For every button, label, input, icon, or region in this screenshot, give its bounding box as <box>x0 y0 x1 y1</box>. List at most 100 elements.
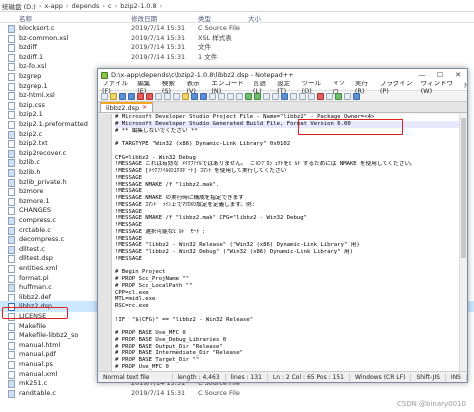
save-icon[interactable] <box>119 92 126 100</box>
chevron-right-icon: › <box>114 1 118 10</box>
code-line[interactable]: !MESSAGE "libbz2 - Win32 Debug" ("Win32 … <box>115 249 467 256</box>
breadcrumb-xapp[interactable]: x-app <box>44 2 62 10</box>
code-line[interactable]: !MESSAGE <box>115 256 467 263</box>
close-all-icon[interactable] <box>146 92 153 100</box>
record-macro-icon[interactable] <box>317 92 324 100</box>
function-list-icon[interactable] <box>299 92 306 100</box>
status-encoding: Shift-JIS <box>411 373 446 381</box>
code-line[interactable]: RSC=rc.exe <box>115 303 467 310</box>
breadcrumb-c[interactable]: c <box>108 2 112 10</box>
save-all-icon[interactable] <box>128 92 135 100</box>
column-size[interactable]: 大小 <box>248 13 261 23</box>
code-line[interactable]: !MESSAGE "libbz2 - Win32 Release" ("Win3… <box>115 242 467 249</box>
title-bar[interactable]: D:\x-app\depends\c\bzip2-1.0.8\libbz2.ds… <box>98 69 467 81</box>
format-version-highlight-box <box>298 119 403 135</box>
cut-icon[interactable] <box>164 92 171 100</box>
zoom-in-icon[interactable] <box>227 92 234 100</box>
column-date[interactable]: 修改日期 <box>131 13 157 23</box>
replace-icon[interactable] <box>218 92 225 100</box>
scrollbar-thumb[interactable] <box>461 118 466 258</box>
vertical-scrollbar[interactable] <box>459 114 467 372</box>
tab-libbz2-dsp[interactable]: libbz2.dsp ✕ <box>100 102 154 112</box>
code-line[interactable]: !MESSAGE NMAKE /f "libbz2.mak" CFG="libb… <box>115 215 467 222</box>
code-line[interactable]: # TARGTYPE "Win32 (x86) Dynamic-Link Lib… <box>115 141 467 148</box>
code-line[interactable]: !MESSAGE [ﾒｲｸﾌｧｲﾙのｴｸｽﾎﾟｰﾄ] ｺﾏﾝﾄﾞを使用して実行し… <box>115 168 467 175</box>
code-line[interactable]: !MESSAGE <box>115 222 467 229</box>
code-line[interactable] <box>115 134 467 141</box>
menu-item[interactable]: ? <box>464 82 467 90</box>
window-title: D:\x-app\depends\c\bzip2-1.0.8\libbz2.ds… <box>111 71 294 79</box>
code-line[interactable]: MTL=midl.exe <box>115 296 467 303</box>
code-line[interactable]: # PROP Scc_LocalPath "" <box>115 283 467 290</box>
code-line[interactable]: # Microsoft Developer Studio Generated B… <box>115 120 467 128</box>
language-icon[interactable] <box>281 92 288 100</box>
copy-icon[interactable] <box>173 92 180 100</box>
code-line[interactable]: # ** 編集しないでください ** <box>115 128 467 135</box>
watermark: CSDN @binary0010 <box>396 400 466 408</box>
zoom-out-icon[interactable] <box>236 92 243 100</box>
code-line[interactable]: # PROP Scc_ProjName "" <box>115 276 467 283</box>
folder-workspace-icon[interactable] <box>308 92 315 100</box>
status-length: length : 4,463 <box>173 373 226 381</box>
code-line[interactable]: !MESSAGE <box>115 209 467 216</box>
breadcrumb-depends[interactable]: depends <box>72 2 100 10</box>
line-number-gutter <box>98 114 112 372</box>
find-icon[interactable] <box>209 92 216 100</box>
code-line[interactable] <box>115 263 467 270</box>
file-row[interactable]: randtable.c 2019/7/14 15:31 C Source File <box>0 388 474 399</box>
paste-icon[interactable] <box>182 92 189 100</box>
code-line[interactable]: !MESSAGE ｺﾏﾝﾄﾞ ﾗｲﾝ上でﾏｸﾛの設定を定義します。例: <box>115 202 467 209</box>
save-macro-icon[interactable] <box>353 92 360 100</box>
code-line[interactable]: CFG=libbz2 - Win32 Debug <box>115 155 467 162</box>
code-line[interactable]: # PROP Use_MFC 0 <box>115 364 467 371</box>
open-file-icon[interactable] <box>110 92 117 100</box>
code-line[interactable]: !MESSAGE <box>115 236 467 243</box>
print-icon[interactable] <box>155 92 162 100</box>
run-macro-multiple-icon[interactable] <box>344 92 351 100</box>
code-line[interactable]: !IF "$(CFG)" == "libbz2 - Win32 Release" <box>115 317 467 324</box>
editor-area[interactable]: # Microsoft Developer Studio Project Fil… <box>98 114 467 372</box>
code-line[interactable]: !MESSAGE <box>115 188 467 195</box>
code-line[interactable]: !MESSAGE NMAKE の実行時に構成を指定できます <box>115 195 467 202</box>
redo-icon[interactable] <box>200 92 207 100</box>
code-line[interactable]: # PROP BASE Output_Dir "Release" <box>115 344 467 351</box>
breadcrumb-bzip2[interactable]: bzip2-1.0.8 <box>120 2 157 10</box>
code-line[interactable]: CPP=cl.exe <box>115 290 467 297</box>
code-text[interactable]: # Microsoft Developer Studio Project Fil… <box>112 114 467 372</box>
breadcrumb-drive[interactable]: 统磁盘 (D:) <box>2 1 36 11</box>
code-line[interactable]: !MESSAGE NMAKE /f "libbz2.mak". <box>115 182 467 189</box>
code-line[interactable] <box>115 323 467 330</box>
show-all-chars-icon[interactable] <box>263 92 270 100</box>
code-line[interactable]: !MESSAGE これは有効な ﾒｲｸﾌｧｲﾙではありません。 このﾌﾟﾛｼﾞｪ… <box>115 161 467 168</box>
code-line[interactable] <box>115 310 467 317</box>
doc-map-icon[interactable] <box>290 92 297 100</box>
code-line[interactable] <box>115 148 467 155</box>
file-name: randtable.c <box>19 388 57 397</box>
code-line[interactable]: !MESSAGE 選択可能なﾋﾞﾙﾄﾞ ﾓｰﾄﾞ: <box>115 229 467 236</box>
word-wrap-icon[interactable] <box>254 92 261 100</box>
column-name[interactable]: 名称 <box>19 13 32 23</box>
selection-highlight-box <box>2 307 68 319</box>
column-type[interactable]: 类型 <box>198 13 211 23</box>
code-line[interactable]: # PROP BASE Use_Debug_Libraries 0 <box>115 337 467 344</box>
code-line[interactable]: # PROP BASE Target_Dir "" <box>115 357 467 364</box>
sync-scroll-icon[interactable] <box>245 92 252 100</box>
play-macro-icon[interactable] <box>335 92 342 100</box>
code-line[interactable]: !MESSAGE <box>115 175 467 182</box>
status-mode: INS <box>446 373 467 381</box>
minimize-button[interactable]: — <box>413 69 431 81</box>
code-line[interactable]: # PROP BASE Use_MFC 0 <box>115 330 467 337</box>
maximize-button[interactable]: ☐ <box>431 69 449 81</box>
tab-close-icon[interactable]: ✕ <box>142 104 147 111</box>
new-file-icon[interactable] <box>101 92 108 100</box>
code-line[interactable]: # PROP BASE Intermediate_Dir "Release" <box>115 350 467 357</box>
undo-icon[interactable] <box>191 92 198 100</box>
status-bar: Normal text file length : 4,463 lines : … <box>98 371 467 382</box>
stop-macro-icon[interactable] <box>326 92 333 100</box>
breadcrumb[interactable]: 统磁盘 (D:) › x-app › depends › c › bzip2-1… <box>0 0 474 12</box>
indent-guide-icon[interactable] <box>272 92 279 100</box>
code-line[interactable]: # Microsoft Developer Studio Project Fil… <box>115 114 467 121</box>
close-file-icon[interactable] <box>137 92 144 100</box>
close-button[interactable]: ✕ <box>449 69 467 81</box>
code-line[interactable]: # Begin Project <box>115 269 467 276</box>
